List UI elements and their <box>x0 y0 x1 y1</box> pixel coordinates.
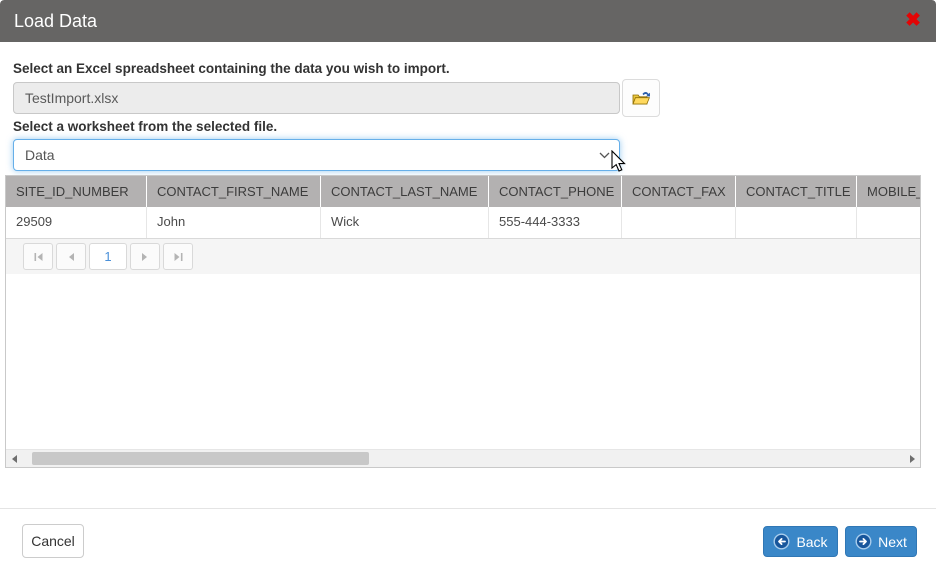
dialog-title: Load Data <box>14 11 98 31</box>
worksheet-select-label: Select a worksheet from the selected fil… <box>13 119 278 134</box>
dialog-titlebar: Load Data ✖ <box>0 0 936 42</box>
first-page-icon <box>34 252 42 261</box>
back-button[interactable]: Back <box>763 526 838 557</box>
table-cell: Wick <box>321 207 489 238</box>
grid-pager: 1 <box>6 239 920 274</box>
column-header-contact_phone[interactable]: CONTACT_PHONE <box>489 176 622 207</box>
current-page-number: 1 <box>104 249 112 264</box>
close-icon[interactable]: ✖ <box>905 8 921 34</box>
pager-next-button[interactable] <box>130 243 160 270</box>
pager-page-button[interactable]: 1 <box>89 243 127 270</box>
pager-last-button[interactable] <box>163 243 193 270</box>
column-header-contact_last_name[interactable]: CONTACT_LAST_NAME <box>321 176 489 207</box>
column-header-mobile_[interactable]: MOBILE_ <box>857 176 920 207</box>
next-page-icon <box>142 252 147 261</box>
arrow-right-circle-icon <box>855 533 872 550</box>
table-cell <box>857 207 920 238</box>
chevron-down-icon <box>599 152 610 159</box>
table-cell: John <box>147 207 321 238</box>
file-path-input[interactable] <box>13 82 620 114</box>
grid-body: 29509 John Wick 555-444-3333 <box>6 207 920 239</box>
data-preview-grid: SITE_ID_NUMBER CONTACT_FIRST_NAME CONTACT_… <box>5 175 921 468</box>
worksheet-dropdown-value: Data <box>25 147 55 163</box>
next-button-label: Next <box>878 533 907 550</box>
back-button-label: Back <box>796 533 828 550</box>
browse-button[interactable] <box>622 79 660 117</box>
grid-header-row: SITE_ID_NUMBER CONTACT_FIRST_NAME CONTACT_… <box>6 176 920 207</box>
scroll-left-icon[interactable] <box>6 450 23 467</box>
scrollbar-thumb[interactable] <box>32 452 369 465</box>
prev-page-icon <box>69 252 74 261</box>
column-header-site_id_number[interactable]: SITE_ID_NUMBER <box>6 176 147 207</box>
worksheet-dropdown[interactable]: Data <box>13 139 620 171</box>
pager-first-button[interactable] <box>23 243 53 270</box>
table-cell: 29509 <box>6 207 147 238</box>
table-row: 29509 John Wick 555-444-3333 <box>6 207 920 239</box>
horizontal-scrollbar[interactable] <box>6 449 920 467</box>
column-header-contact_fax[interactable]: CONTACT_FAX <box>622 176 736 207</box>
column-header-contact_first_name[interactable]: CONTACT_FIRST_NAME <box>147 176 321 207</box>
column-header-contact_title[interactable]: CONTACT_TITLE <box>736 176 857 207</box>
scroll-right-icon[interactable] <box>903 450 920 467</box>
table-cell <box>736 207 857 238</box>
table-cell: 555-444-3333 <box>489 207 622 238</box>
footer-divider <box>0 508 936 509</box>
pager-prev-button[interactable] <box>56 243 86 270</box>
arrow-left-circle-icon <box>773 533 790 550</box>
last-page-icon <box>174 252 182 261</box>
open-folder-icon <box>631 90 651 107</box>
table-cell <box>622 207 736 238</box>
file-select-label: Select an Excel spreadsheet containing t… <box>13 61 450 76</box>
load-data-dialog: Load Data ✖ Select an Excel spreadsheet … <box>0 0 936 574</box>
cancel-button[interactable]: Cancel <box>22 524 84 558</box>
next-button[interactable]: Next <box>845 526 917 557</box>
